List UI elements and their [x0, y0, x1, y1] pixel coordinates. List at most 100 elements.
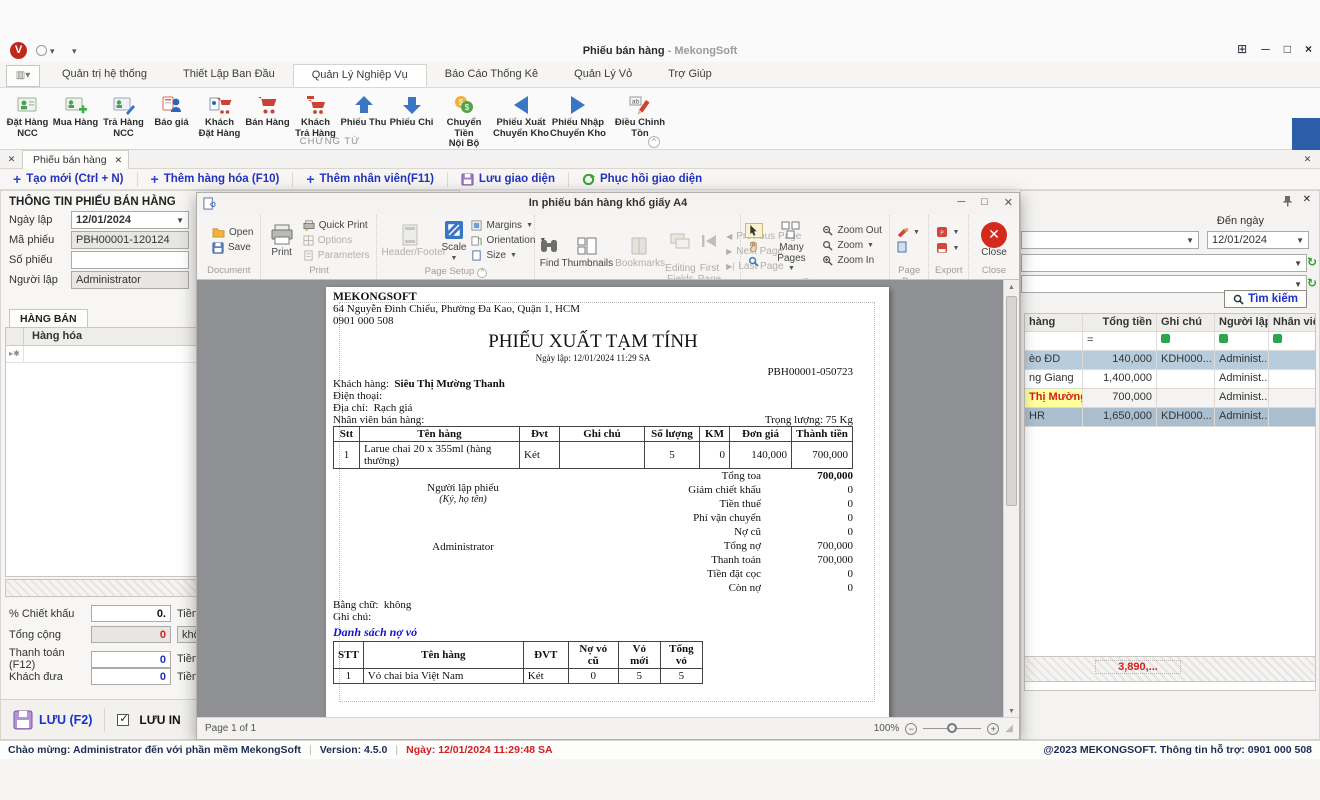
close-icon[interactable]: ×: [1305, 42, 1312, 56]
fullscreen-icon[interactable]: ⊞: [1237, 42, 1247, 56]
tab-hang-ban[interactable]: HÀNG BÁN: [9, 309, 88, 327]
parameters-button[interactable]: Parameters: [300, 249, 373, 262]
refresh-icon[interactable]: ↻: [1307, 255, 1317, 269]
save-button[interactable]: Save: [209, 241, 256, 255]
editing-fields-button[interactable]: Editing Fields: [665, 217, 696, 285]
magnifier-tool-button[interactable]: [745, 255, 763, 268]
filter-icon[interactable]: [1273, 334, 1282, 343]
pointer-tool-button[interactable]: [745, 223, 763, 238]
preview-surface[interactable]: MEKONGSOFT 64 Nguyễn Đình Chiểu, Phường …: [197, 279, 1019, 719]
open-button[interactable]: Open: [209, 226, 256, 239]
minimize-icon[interactable]: ─: [957, 196, 965, 209]
many-pages-button[interactable]: Many Pages▼: [765, 217, 817, 275]
col-header-staff[interactable]: Nhân viên: [1269, 314, 1315, 331]
header-footer-button[interactable]: Header/Footer: [381, 222, 439, 259]
zoom-slider[interactable]: [923, 728, 981, 729]
customer-paid-input[interactable]: 0: [91, 668, 171, 685]
ribbon-tab-quan-ly-vo[interactable]: Quản Lý Vỏ: [556, 64, 650, 87]
add-employee-button[interactable]: + Thêm nhân viên(F11): [293, 172, 448, 187]
zoom-slider-knob[interactable]: [947, 723, 957, 733]
tab-close-icon[interactable]: ✕: [115, 155, 123, 165]
filter-row[interactable]: =: [1025, 332, 1315, 351]
scrollbar-thumb[interactable]: [1006, 296, 1017, 506]
col-header-name[interactable]: hàng: [1025, 314, 1083, 331]
number-input[interactable]: [71, 251, 189, 269]
ribbon-tab-thiet-lap-ban-dau[interactable]: Thiết Lập Ban Đầu: [165, 64, 293, 87]
to-date-input[interactable]: 12/01/2024▼: [1207, 231, 1309, 249]
zoom-out-button[interactable]: Zoom Out: [819, 224, 884, 237]
chevron-down-icon[interactable]: ▼: [1186, 236, 1194, 245]
close-icon[interactable]: ✕: [1004, 196, 1013, 209]
scale-button[interactable]: Scale▼: [441, 217, 466, 264]
chevron-down-icon[interactable]: ▼: [1294, 259, 1302, 268]
col-header-creator[interactable]: Người lập: [1215, 314, 1269, 331]
add-item-button[interactable]: + Thêm hàng hóa (F10): [138, 172, 294, 187]
export-pdf-button[interactable]: P▼: [933, 225, 962, 239]
pin-icon[interactable]: [1282, 195, 1293, 207]
checkbox-checked-icon[interactable]: [117, 714, 129, 726]
scroll-up-icon[interactable]: ▲: [1004, 280, 1019, 295]
save-layout-button[interactable]: Lưu giao diện: [448, 172, 569, 187]
table-row[interactable]: HR 1,650,000 KDH000... Administ...: [1025, 408, 1315, 427]
col-header-note[interactable]: Ghi chú: [1157, 314, 1215, 331]
bookmarks-button[interactable]: Bookmarks: [615, 233, 663, 270]
restore-layout-button[interactable]: Phục hồi giao diện: [569, 172, 715, 187]
app-menu-button[interactable]: ▥▾: [6, 65, 40, 87]
preview-scrollbar[interactable]: ▲ ▼: [1003, 280, 1019, 719]
refresh-icon[interactable]: ↻: [1307, 276, 1317, 290]
close-preview-button[interactable]: ✕ Close: [973, 222, 1015, 259]
table-row[interactable]: ng Giang 1,400,000 Administ...: [1025, 370, 1315, 389]
table-row[interactable]: èo ĐD 140,000 KDH000... Administ...: [1025, 351, 1315, 370]
dialog-titlebar[interactable]: In phiếu bán hàng khổ giấy A4 ─ □ ✕: [197, 193, 1019, 215]
filter-icon[interactable]: [1219, 334, 1228, 343]
save-button[interactable]: LƯU (F2): [1, 705, 104, 735]
from-date-dropdown[interactable]: ▼: [1021, 231, 1199, 249]
ribbon-tab-bao-cao-thong-ke[interactable]: Báo Cáo Thống Kê: [427, 64, 556, 87]
payment-input[interactable]: 0: [91, 651, 171, 668]
ribbon-group-collapse-icon[interactable]: ^: [648, 136, 660, 148]
zoom-in-slider-icon[interactable]: +: [987, 723, 999, 735]
maximize-icon[interactable]: □: [981, 196, 988, 209]
creator-input[interactable]: Administrator: [71, 271, 189, 289]
dialog-launcher-icon[interactable]: ^: [477, 268, 487, 278]
chevron-down-icon[interactable]: ▼: [1296, 236, 1304, 245]
send-pdf-button[interactable]: ▼: [933, 241, 962, 255]
filter-dropdown-1[interactable]: ▼: [1021, 254, 1307, 272]
page-color-button[interactable]: ▼: [894, 226, 923, 238]
collapsed-panel-box[interactable]: [1292, 118, 1320, 150]
watermark-button[interactable]: [894, 240, 923, 254]
items-grid-column-header[interactable]: Hàng hóa: [24, 328, 90, 345]
thumbnails-button[interactable]: Thumbnails: [561, 233, 613, 270]
first-page-button[interactable]: First Page: [698, 217, 721, 285]
new-button[interactable]: + Tạo mới (Ctrl + N): [0, 172, 138, 187]
discount-percent-input[interactable]: 0.: [91, 605, 171, 622]
zoom-in-button[interactable]: Zoom In: [819, 254, 884, 267]
search-button[interactable]: Tìm kiếm: [1224, 290, 1307, 308]
chevron-down-icon[interactable]: ▼: [1294, 280, 1302, 289]
filter-icon[interactable]: [1161, 334, 1170, 343]
table-row-selected[interactable]: Thị Mường 700,000 Administ...: [1025, 389, 1315, 408]
resize-grip-icon[interactable]: ◢: [1005, 723, 1013, 734]
col-header-total[interactable]: Tổng tiền: [1083, 314, 1157, 331]
minimize-icon[interactable]: ─: [1261, 42, 1270, 56]
zoom-out-slider-icon[interactable]: −: [905, 723, 917, 735]
ribbon-tab-tro-giup[interactable]: Trợ Giúp: [650, 64, 729, 87]
save-and-print-checkbox[interactable]: LƯU IN: [105, 705, 192, 735]
tab-phieu-ban-hang[interactable]: Phiếu bán hàng✕: [22, 150, 129, 169]
chevron-down-icon[interactable]: ▼: [176, 216, 184, 225]
date-input[interactable]: 12/01/2024▼: [71, 211, 189, 229]
print-button[interactable]: Print: [265, 222, 297, 259]
quick-print-button[interactable]: Quick Print: [300, 219, 373, 232]
ribbon-tab-quan-tri-he-thong[interactable]: Quản trị hệ thống: [44, 64, 165, 87]
restore-icon[interactable]: □: [1284, 42, 1291, 56]
tab-close-right-icon[interactable]: ✕: [1300, 152, 1315, 167]
code-input[interactable]: PBH00001-120124: [71, 231, 189, 249]
zoom-button[interactable]: Zoom▼: [819, 239, 884, 252]
close-panel-icon[interactable]: ✕: [1303, 194, 1311, 205]
options-button[interactable]: Options: [300, 234, 373, 247]
hand-tool-button[interactable]: [745, 240, 763, 253]
find-button[interactable]: Find: [539, 233, 559, 270]
ribbon-tab-quan-ly-nghiep-vu[interactable]: Quản Lý Nghiệp Vụ: [293, 64, 427, 87]
tab-close-left-icon[interactable]: ✕: [4, 152, 19, 167]
results-grid[interactable]: hàng Tổng tiền Ghi chú Người lập Nhân vi…: [1024, 313, 1316, 691]
